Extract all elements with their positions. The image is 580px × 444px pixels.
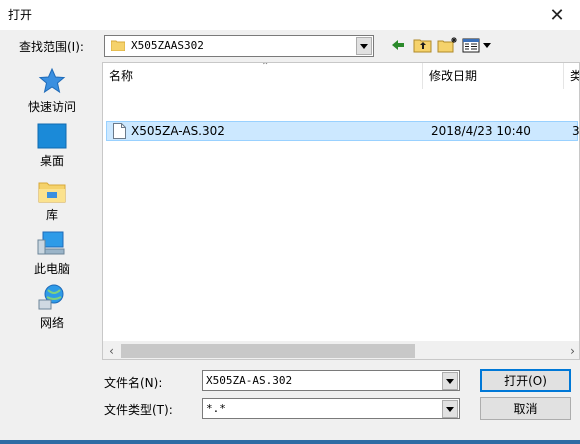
look-in-label: 查找范围(I): xyxy=(19,40,84,54)
back-arrow-icon xyxy=(392,40,404,50)
column-header-modified[interactable]: 修改日期 xyxy=(423,63,563,89)
view-menu-button[interactable] xyxy=(462,36,494,56)
file-name: X505ZA-AS.302 xyxy=(131,124,225,138)
document-icon xyxy=(113,123,126,139)
back-button[interactable] xyxy=(390,36,406,56)
place-label: 库 xyxy=(45,208,58,222)
place-quick-access[interactable]: 快速访问 xyxy=(14,66,90,115)
folder-icon xyxy=(111,40,125,51)
file-list-header: ⌃ 名称 修改日期 类 xyxy=(103,63,579,89)
new-folder-button[interactable] xyxy=(437,36,459,56)
file-type-cell: 3 xyxy=(572,124,580,138)
place-network[interactable]: 网络 xyxy=(14,282,90,331)
file-name-label: 文件名(N): xyxy=(104,376,163,390)
file-name-dropdown-button[interactable] xyxy=(442,372,458,390)
up-folder-button[interactable] xyxy=(413,36,433,56)
chevron-right-icon: › xyxy=(570,344,575,358)
new-folder-icon xyxy=(437,37,457,53)
look-in-dropdown-button[interactable] xyxy=(356,37,372,55)
file-row[interactable]: X505ZA-AS.302 2018/4/23 10:40 3 xyxy=(106,121,580,141)
file-list[interactable]: ⌃ 名称 修改日期 类 X505ZA-AS.302 2018/4/23 10:4… xyxy=(102,62,580,360)
network-icon xyxy=(38,284,64,310)
file-name-value: X505ZA-AS.302 xyxy=(206,374,293,387)
open-button[interactable]: 打开(O) xyxy=(480,369,571,392)
computer-icon xyxy=(37,231,65,255)
cancel-button[interactable]: 取消 xyxy=(480,397,571,420)
title-bar: 打开 ✕ xyxy=(0,0,580,30)
column-header-type[interactable]: 类 xyxy=(564,63,579,89)
file-type-combo[interactable]: *.* xyxy=(202,398,460,419)
column-header-name[interactable]: 名称 xyxy=(103,63,423,89)
look-in-combo[interactable]: X505ZAAS302 xyxy=(104,35,374,57)
close-button[interactable]: ✕ xyxy=(534,0,580,30)
file-type-label: 文件类型(T): xyxy=(104,403,173,417)
file-name-combo[interactable]: X505ZA-AS.302 xyxy=(202,370,460,391)
place-label: 此电脑 xyxy=(33,262,70,276)
window-title: 打开 xyxy=(8,8,33,22)
chevron-left-icon: ‹ xyxy=(109,344,114,358)
file-modified: 2018/4/23 10:40 xyxy=(431,124,531,138)
place-desktop[interactable]: 桌面 xyxy=(14,120,90,169)
chevron-down-icon xyxy=(360,43,368,49)
close-icon: ✕ xyxy=(549,4,565,26)
scroll-right-button[interactable]: › xyxy=(564,341,579,359)
desktop-icon xyxy=(37,123,67,149)
file-type-dropdown-button[interactable] xyxy=(442,400,458,418)
place-label: 桌面 xyxy=(39,154,64,168)
place-label: 网络 xyxy=(39,316,64,330)
horizontal-scrollbar[interactable]: ‹ › xyxy=(103,341,579,359)
window-bottom-border xyxy=(0,440,580,444)
place-libraries[interactable]: 库 xyxy=(14,174,90,223)
dialog-body: 查找范围(I): X505ZAAS302 快速访问 桌面 库 此电脑 网络 ⌃ … xyxy=(0,30,580,444)
library-icon xyxy=(38,182,66,203)
place-this-pc[interactable]: 此电脑 xyxy=(14,228,90,277)
scrollbar-thumb[interactable] xyxy=(121,344,415,358)
up-folder-icon xyxy=(413,39,432,53)
places-bar: 快速访问 桌面 库 此电脑 网络 xyxy=(14,62,90,360)
place-label: 快速访问 xyxy=(27,100,76,114)
view-menu-icon xyxy=(462,38,491,53)
scroll-left-button[interactable]: ‹ xyxy=(103,341,120,359)
chevron-down-icon xyxy=(446,406,454,412)
star-icon xyxy=(38,67,66,94)
chevron-down-icon xyxy=(446,378,454,384)
file-type-value: *.* xyxy=(206,402,226,415)
look-in-value: X505ZAAS302 xyxy=(131,39,204,52)
